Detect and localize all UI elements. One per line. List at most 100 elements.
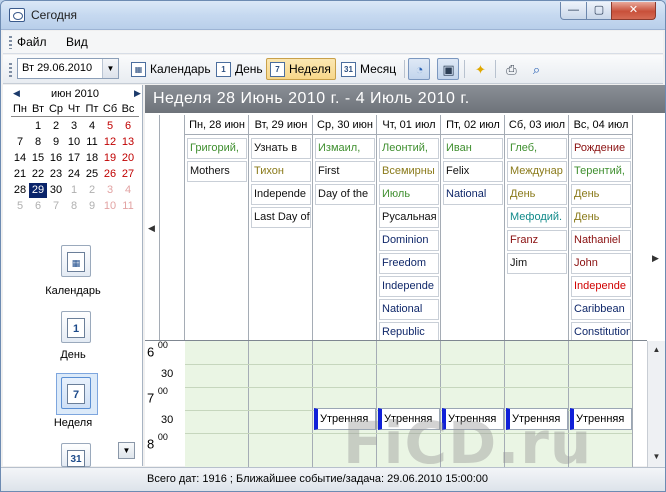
- day-view-button[interactable]: 1 День: [212, 58, 268, 80]
- calendar-day[interactable]: 8: [65, 199, 83, 214]
- all-day-event[interactable]: Всемирны: [379, 161, 439, 182]
- calendar-day[interactable]: 18: [83, 151, 101, 166]
- scroll-up-icon[interactable]: ▲: [649, 342, 664, 358]
- all-day-event[interactable]: День: [571, 184, 631, 205]
- calendar-day[interactable]: 4: [83, 119, 101, 134]
- nav-scroll-down-button[interactable]: ▼: [118, 442, 135, 459]
- day-column[interactable]: Вс, 04 июл Рождение Терентий, День День Natha…: [569, 115, 633, 343]
- calendar-day[interactable]: 12: [101, 135, 119, 150]
- calendar-day[interactable]: 29: [29, 183, 47, 198]
- prev-week-strip[interactable]: ◀: [145, 115, 160, 340]
- calendar-day[interactable]: 16: [47, 151, 65, 166]
- calendar-day[interactable]: 11: [119, 199, 137, 214]
- all-day-event[interactable]: National: [379, 299, 439, 320]
- calendar-day[interactable]: 27: [119, 167, 137, 182]
- menu-file[interactable]: Файл: [17, 35, 47, 49]
- all-day-event[interactable]: Jim: [507, 253, 567, 274]
- close-button[interactable]: ✕: [611, 2, 656, 20]
- all-day-event[interactable]: День: [507, 184, 567, 205]
- calendar-day[interactable]: 11: [83, 135, 101, 150]
- calendar-day[interactable]: 25: [83, 167, 101, 182]
- calendar-day[interactable]: 19: [101, 151, 119, 166]
- day-column[interactable]: Ср, 30 июн Измаил, First Day of the: [313, 115, 377, 340]
- next-week-icon[interactable]: ▶: [652, 253, 659, 264]
- time-slot-column[interactable]: [249, 341, 313, 467]
- vertical-scrollbar[interactable]: ▲ ▼: [647, 341, 665, 467]
- calendar-day[interactable]: 7: [11, 135, 29, 150]
- day-header[interactable]: Чт, 01 июл: [377, 115, 441, 135]
- day-column[interactable]: Пт, 02 июл Иван Felix National: [441, 115, 505, 340]
- calendar-day[interactable]: 4: [119, 183, 137, 198]
- time-slot-column[interactable]: [185, 341, 249, 467]
- layout-button[interactable]: ▣: [437, 58, 459, 80]
- all-day-event[interactable]: Глеб,: [507, 138, 567, 159]
- calendar-day[interactable]: 21: [11, 167, 29, 182]
- all-day-event[interactable]: Узнать в: [251, 138, 311, 159]
- day-header[interactable]: Вс, 04 июл: [569, 115, 633, 135]
- all-day-event[interactable]: Терентий,: [571, 161, 631, 182]
- calendar-day[interactable]: 9: [47, 135, 65, 150]
- calendar-day[interactable]: 20: [119, 151, 137, 166]
- print-button[interactable]: ⎙: [500, 58, 522, 80]
- day-header[interactable]: Пн, 28 июн: [185, 115, 249, 135]
- all-day-event[interactable]: Иван: [443, 138, 503, 159]
- all-day-event[interactable]: Mothers: [187, 161, 247, 182]
- date-picker[interactable]: Вт 29.06.2010 ▼: [17, 58, 119, 79]
- all-day-event[interactable]: Леонтий,: [379, 138, 439, 159]
- day-column[interactable]: Чт, 01 июл Леонтий, Всемирны Июль Русальная D…: [377, 115, 441, 343]
- day-column[interactable]: Пн, 28 июн Григорий, Mothers: [185, 115, 249, 340]
- all-day-event[interactable]: Мефодий.: [507, 207, 567, 228]
- calendar-day[interactable]: 10: [65, 135, 83, 150]
- all-day-event[interactable]: Dominion: [379, 230, 439, 251]
- all-day-event[interactable]: Freedom: [379, 253, 439, 274]
- day-header[interactable]: Вт, 29 июн: [249, 115, 313, 135]
- scroll-down-icon[interactable]: ▼: [649, 449, 664, 465]
- all-day-event[interactable]: Июль: [379, 184, 439, 205]
- calendar-view-button[interactable]: ▦ Календарь: [127, 58, 216, 80]
- calendar-day[interactable]: 5: [11, 199, 29, 214]
- preview-button[interactable]: ⌕: [525, 58, 547, 80]
- month-view-button[interactable]: 31 Месяц: [337, 58, 401, 80]
- week-view-button[interactable]: 7 Неделя: [266, 58, 336, 80]
- calendar-day[interactable]: 3: [101, 183, 119, 198]
- all-day-event[interactable]: Рождение: [571, 138, 631, 159]
- all-day-event[interactable]: Измаил,: [315, 138, 375, 159]
- all-day-event[interactable]: First: [315, 161, 375, 182]
- calendar-day[interactable]: 10: [101, 199, 119, 214]
- day-column[interactable]: Сб, 03 июл Глеб, Междунар День Мефодий. Franz…: [505, 115, 569, 340]
- all-day-event[interactable]: Independe: [251, 184, 311, 205]
- calendar-day[interactable]: 5: [101, 119, 119, 134]
- calendar-day[interactable]: 23: [47, 167, 65, 182]
- calendar-day[interactable]: 8: [29, 135, 47, 150]
- prev-week-icon[interactable]: ◀: [148, 223, 155, 234]
- all-day-event[interactable]: Day of the: [315, 184, 375, 205]
- calendar-day[interactable]: 26: [101, 167, 119, 182]
- calendar-day[interactable]: 7: [47, 199, 65, 214]
- all-day-event[interactable]: Тихон: [251, 161, 311, 182]
- day-header[interactable]: Пт, 02 июл: [441, 115, 505, 135]
- minimize-button[interactable]: —: [560, 2, 587, 20]
- day-column[interactable]: Вт, 29 июн Узнать в Тихон Independe Last Day…: [249, 115, 313, 340]
- calendar-day[interactable]: 2: [47, 119, 65, 134]
- calendar-day[interactable]: 1: [65, 183, 83, 198]
- all-day-event[interactable]: John: [571, 253, 631, 274]
- all-day-event[interactable]: Междунар: [507, 161, 567, 182]
- all-day-event[interactable]: Nathaniel: [571, 230, 631, 251]
- maximize-button[interactable]: ▢: [586, 2, 612, 20]
- calendar-day[interactable]: 1: [29, 119, 47, 134]
- calendar-day[interactable]: 3: [65, 119, 83, 134]
- all-day-event[interactable]: Franz: [507, 230, 567, 251]
- calendar-day[interactable]: 30: [47, 183, 65, 198]
- all-day-event[interactable]: Caribbean: [571, 299, 631, 320]
- reminder-button[interactable]: ✦: [469, 58, 491, 80]
- calendar-day[interactable]: 17: [65, 151, 83, 166]
- calendar-day[interactable]: 22: [29, 167, 47, 182]
- day-header[interactable]: Ср, 30 июн: [313, 115, 377, 135]
- all-day-event[interactable]: День: [571, 207, 631, 228]
- calendar-day[interactable]: 28: [11, 183, 29, 198]
- calendar-day[interactable]: 6: [119, 119, 137, 134]
- next-month-icon[interactable]: ▶: [134, 88, 141, 99]
- title-bar[interactable]: Сегодня — ▢ ✕: [1, 1, 665, 30]
- all-day-event[interactable]: National: [443, 184, 503, 205]
- day-header[interactable]: Сб, 03 июл: [505, 115, 569, 135]
